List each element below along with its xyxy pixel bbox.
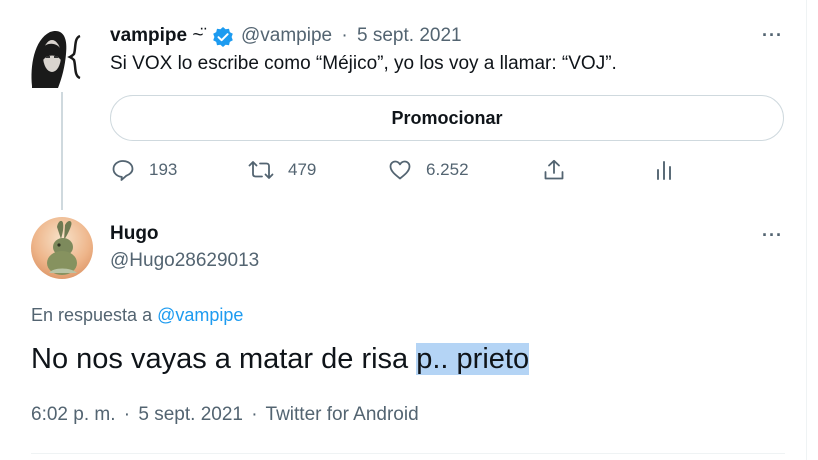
avatar-hugo[interactable]: [31, 217, 93, 279]
tweet-meta-vampipe: @vampipe · 5 sept. 2021: [241, 25, 462, 47]
thread-connector-line: [61, 92, 63, 210]
like-count: 6.252: [426, 160, 469, 179]
replying-to: En respuesta a @vampipe: [31, 305, 243, 326]
author-name-text: vampipe: [110, 25, 188, 46]
tweet-date[interactable]: 5 sept. 2021: [357, 25, 462, 46]
reply-time[interactable]: 6:02 p. m.: [31, 404, 116, 425]
meta-separator-1: ·: [123, 404, 131, 425]
reply-action[interactable]: 193: [111, 158, 177, 182]
replying-to-mention[interactable]: @vampipe: [157, 305, 243, 325]
tweet-thread: vampipe ~̈ @vampipe · 5 sept. 2021 ··· S…: [0, 0, 818, 460]
author-name-hugo[interactable]: Hugo: [110, 223, 159, 245]
author-name-suffix: ~̈: [192, 25, 204, 46]
promote-button[interactable]: Promocionar: [110, 95, 784, 141]
retweet-count: 479: [288, 160, 317, 179]
reply-tweet-meta: 6:02 p. m. · 5 sept. 2021 · Twitter for …: [31, 404, 419, 426]
reply-text-selected: p.. prieto: [416, 343, 530, 375]
more-options-icon[interactable]: ···: [762, 25, 783, 46]
reply-date[interactable]: 5 sept. 2021: [138, 404, 243, 425]
author-name-vampipe[interactable]: vampipe ~̈: [110, 25, 203, 47]
author-handle-hugo[interactable]: @Hugo28629013: [110, 250, 259, 272]
analytics-icon: [652, 158, 676, 182]
avatar-vampipe[interactable]: [28, 26, 90, 88]
more-options-icon-reply[interactable]: ···: [762, 225, 783, 246]
share-action[interactable]: [542, 158, 566, 182]
divider: [31, 453, 785, 454]
reply-source[interactable]: Twitter for Android: [266, 404, 419, 425]
replying-to-label: En respuesta a: [31, 305, 153, 325]
meta-separator-2: ·: [251, 404, 258, 425]
analytics-action[interactable]: [652, 158, 676, 182]
verified-badge-icon: [212, 26, 234, 48]
like-action[interactable]: 6.252: [388, 158, 469, 182]
share-icon: [542, 158, 566, 182]
tweet-text: Si VOX lo escribe como “Méjico”, yo los …: [110, 53, 617, 74]
reply-text-plain: No nos vayas a matar de risa: [31, 343, 417, 375]
column-divider: [806, 0, 807, 460]
avatar-vampipe-image: [28, 26, 90, 88]
reply-tweet-text: No nos vayas a matar de risa p.. prieto: [31, 343, 530, 376]
author-handle[interactable]: @vampipe: [241, 25, 332, 46]
retweet-icon: [248, 158, 274, 182]
heart-icon: [388, 158, 412, 182]
reply-icon: [111, 158, 135, 182]
meta-separator: ·: [341, 25, 348, 46]
reply-count: 193: [149, 160, 178, 179]
avatar-hugo-image: [31, 217, 93, 279]
retweet-action[interactable]: 479: [248, 158, 316, 182]
